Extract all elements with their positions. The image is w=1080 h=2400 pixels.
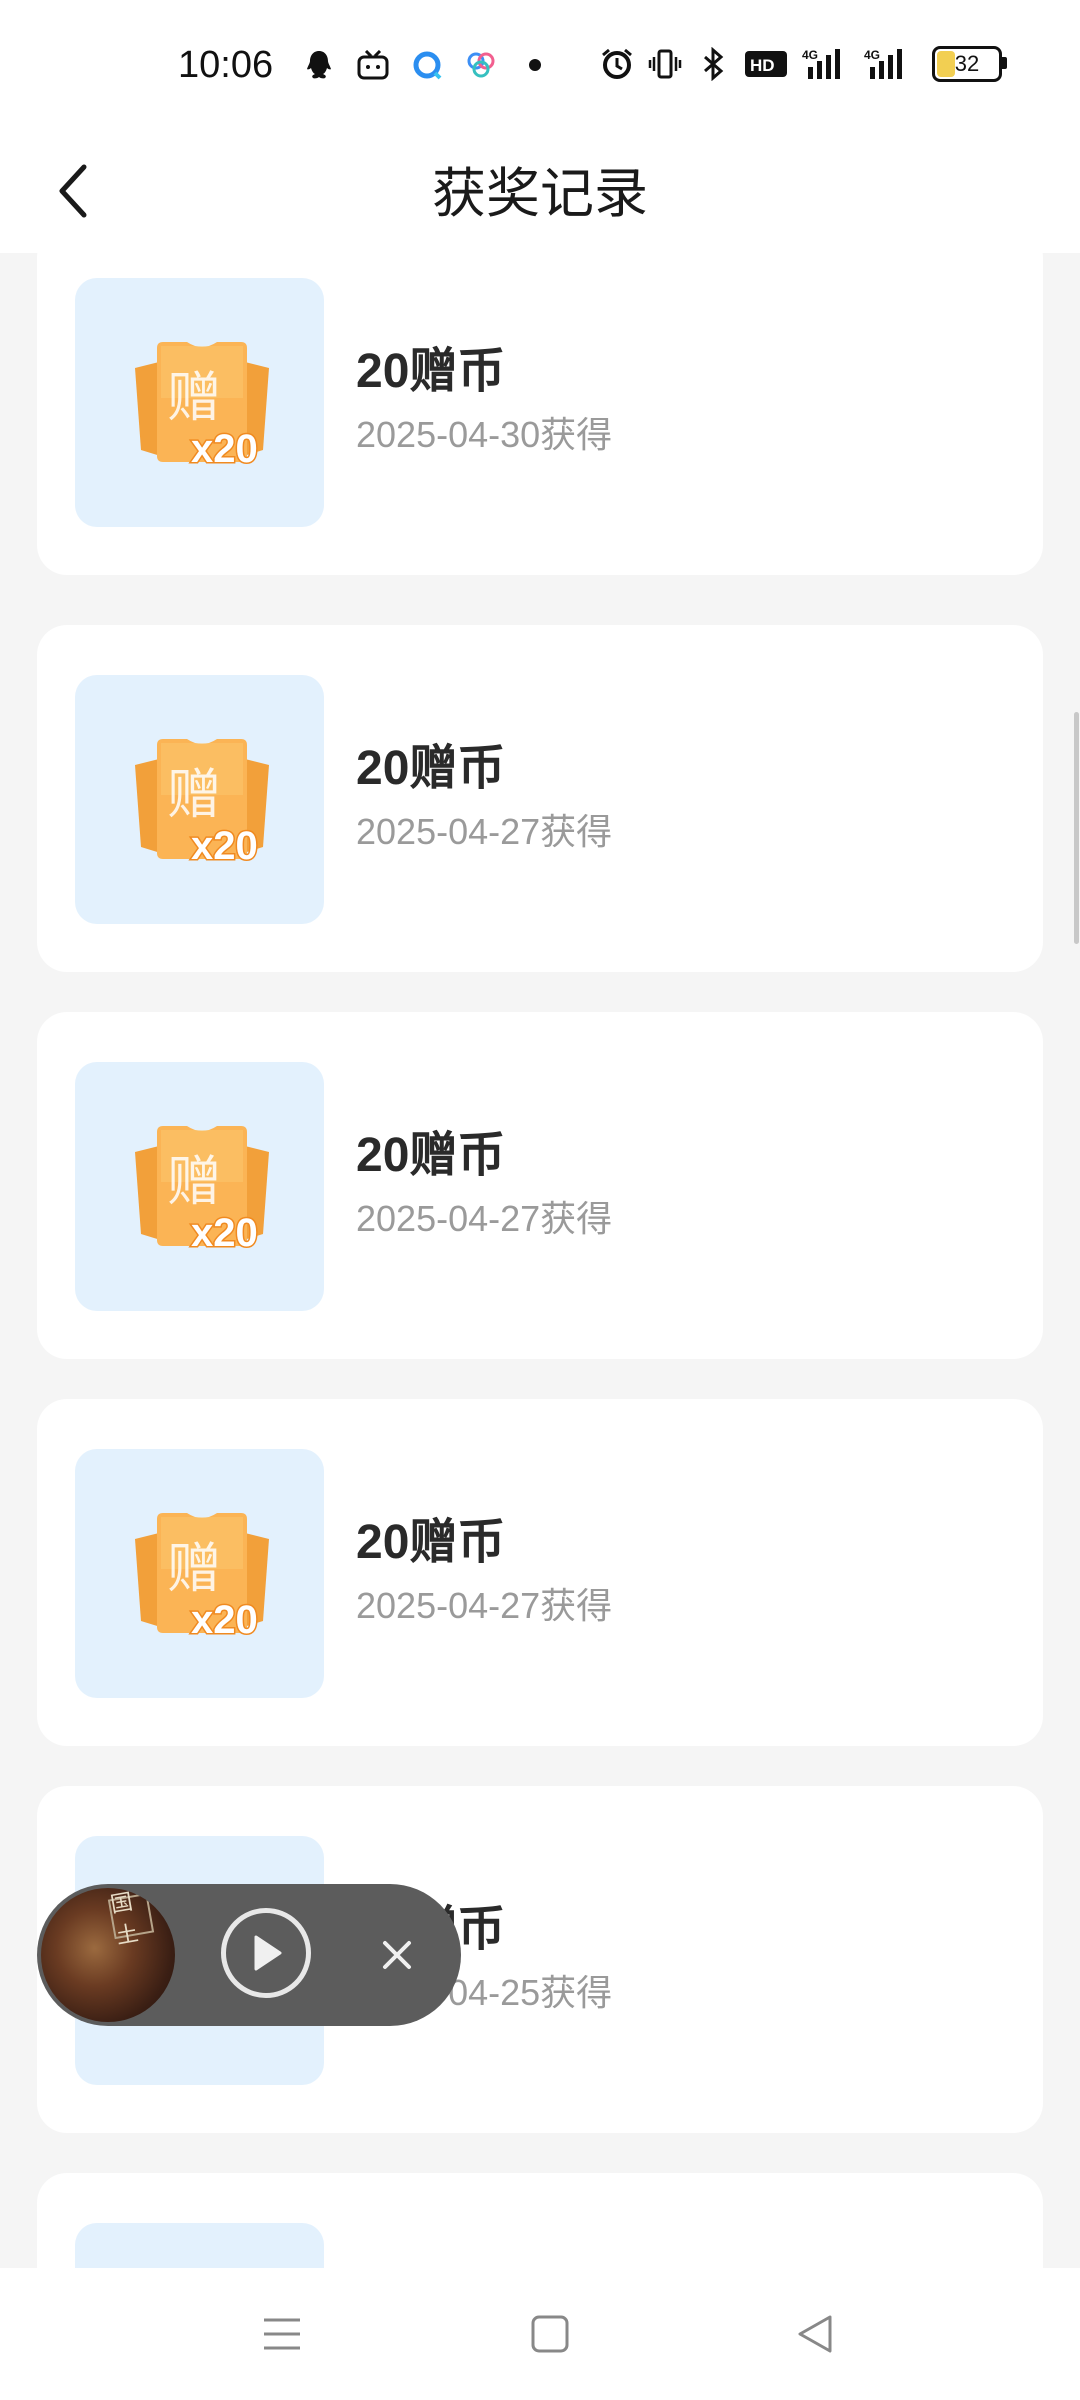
chevron-left-icon [59,164,87,218]
svg-text:赠: 赠 [167,1537,221,1600]
signal-4g-icon: 4G [802,47,850,81]
bluetooth-icon [696,47,730,81]
list-item[interactable] [37,2173,1043,2268]
status-bar: 10:06 HD 4G 4G 32 [0,0,1080,135]
svg-text:x20: x20 [191,824,258,868]
battery-indicator: 32 [932,46,1007,82]
home-square-icon [531,2315,569,2353]
svg-text:4G: 4G [864,48,880,62]
svg-text:x20: x20 [191,1211,258,1255]
svg-text:赠: 赠 [167,763,221,826]
svg-text:赠: 赠 [167,1150,221,1213]
reward-title: 20赠币 [356,1516,506,1569]
svg-text:赠: 赠 [167,366,221,429]
battery-level: 32 [954,51,980,76]
home-button[interactable] [520,2304,580,2364]
cover-stamp: 国土 [107,1889,155,1949]
scrollbar[interactable] [1074,712,1079,944]
alarm-icon [600,47,634,81]
reward-thumbnail [75,2223,324,2268]
svg-text:x20: x20 [191,427,258,471]
status-time: 10:06 [178,44,274,86]
system-nav-bar [0,2268,1080,2400]
header: 获奖记录 [0,135,1080,253]
vibrate-icon [648,47,682,81]
menu-icon [264,2318,300,2350]
coin-ticket-icon: 赠 x20 [135,1126,269,1257]
player-cover[interactable]: 国土 [41,1888,175,2022]
play-icon [254,1935,282,1971]
reward-title: 20赠币 [356,1129,506,1182]
reward-date: 2025-04-27获得 [356,811,613,852]
svg-text:HD: HD [750,56,775,75]
baidu-netdisk-icon [464,48,498,82]
signal-4g-icon: 4G [864,47,912,81]
list-item[interactable]: 赠 x20 20赠币 2025-04-30获得 [37,253,1043,575]
reward-thumbnail: 赠 x20 [75,278,324,527]
reward-title: 20赠币 [356,742,506,795]
reward-thumbnail: 赠 x20 [75,675,324,924]
floating-audio-player[interactable]: 国土 [37,1884,461,2026]
back-triangle-icon [798,2315,832,2353]
coin-ticket-icon: 赠 x20 [135,342,269,473]
browser-icon [410,48,444,82]
notification-icons [302,48,552,82]
coin-ticket-icon: 赠 x20 [135,739,269,870]
bilibili-icon [356,48,390,82]
reward-title: 20赠币 [356,345,506,398]
reward-thumbnail: 赠 x20 [75,1062,324,1311]
page-title: 获奖记录 [432,164,648,224]
reward-thumbnail: 赠 x20 [75,1449,324,1698]
system-icons: HD 4G 4G 32 [600,46,1007,82]
reward-date: 2025-04-30获得 [356,414,613,455]
close-icon [383,1941,411,1969]
recent-apps-button[interactable] [252,2304,312,2364]
svg-text:x20: x20 [191,1598,258,1642]
dot-icon [518,48,552,82]
hd-icon: HD [744,47,788,81]
close-player-button[interactable] [367,1925,427,1985]
qq-icon [302,48,336,82]
list-item[interactable]: 赠 x20 20赠币 2025-04-27获得 [37,625,1043,972]
reward-date: 2025-04-27获得 [356,1198,613,1239]
svg-text:4G: 4G [802,48,818,62]
reward-date: 2025-04-27获得 [356,1585,613,1626]
list-item[interactable]: 赠 x20 20赠币 2025-04-27获得 [37,1399,1043,1746]
back-button[interactable] [38,151,108,231]
play-button[interactable] [221,1908,311,1998]
nav-back-button[interactable] [786,2304,846,2364]
list-item[interactable]: 赠 x20 20赠币 2025-04-27获得 [37,1012,1043,1359]
coin-ticket-icon: 赠 x20 [135,1513,269,1644]
